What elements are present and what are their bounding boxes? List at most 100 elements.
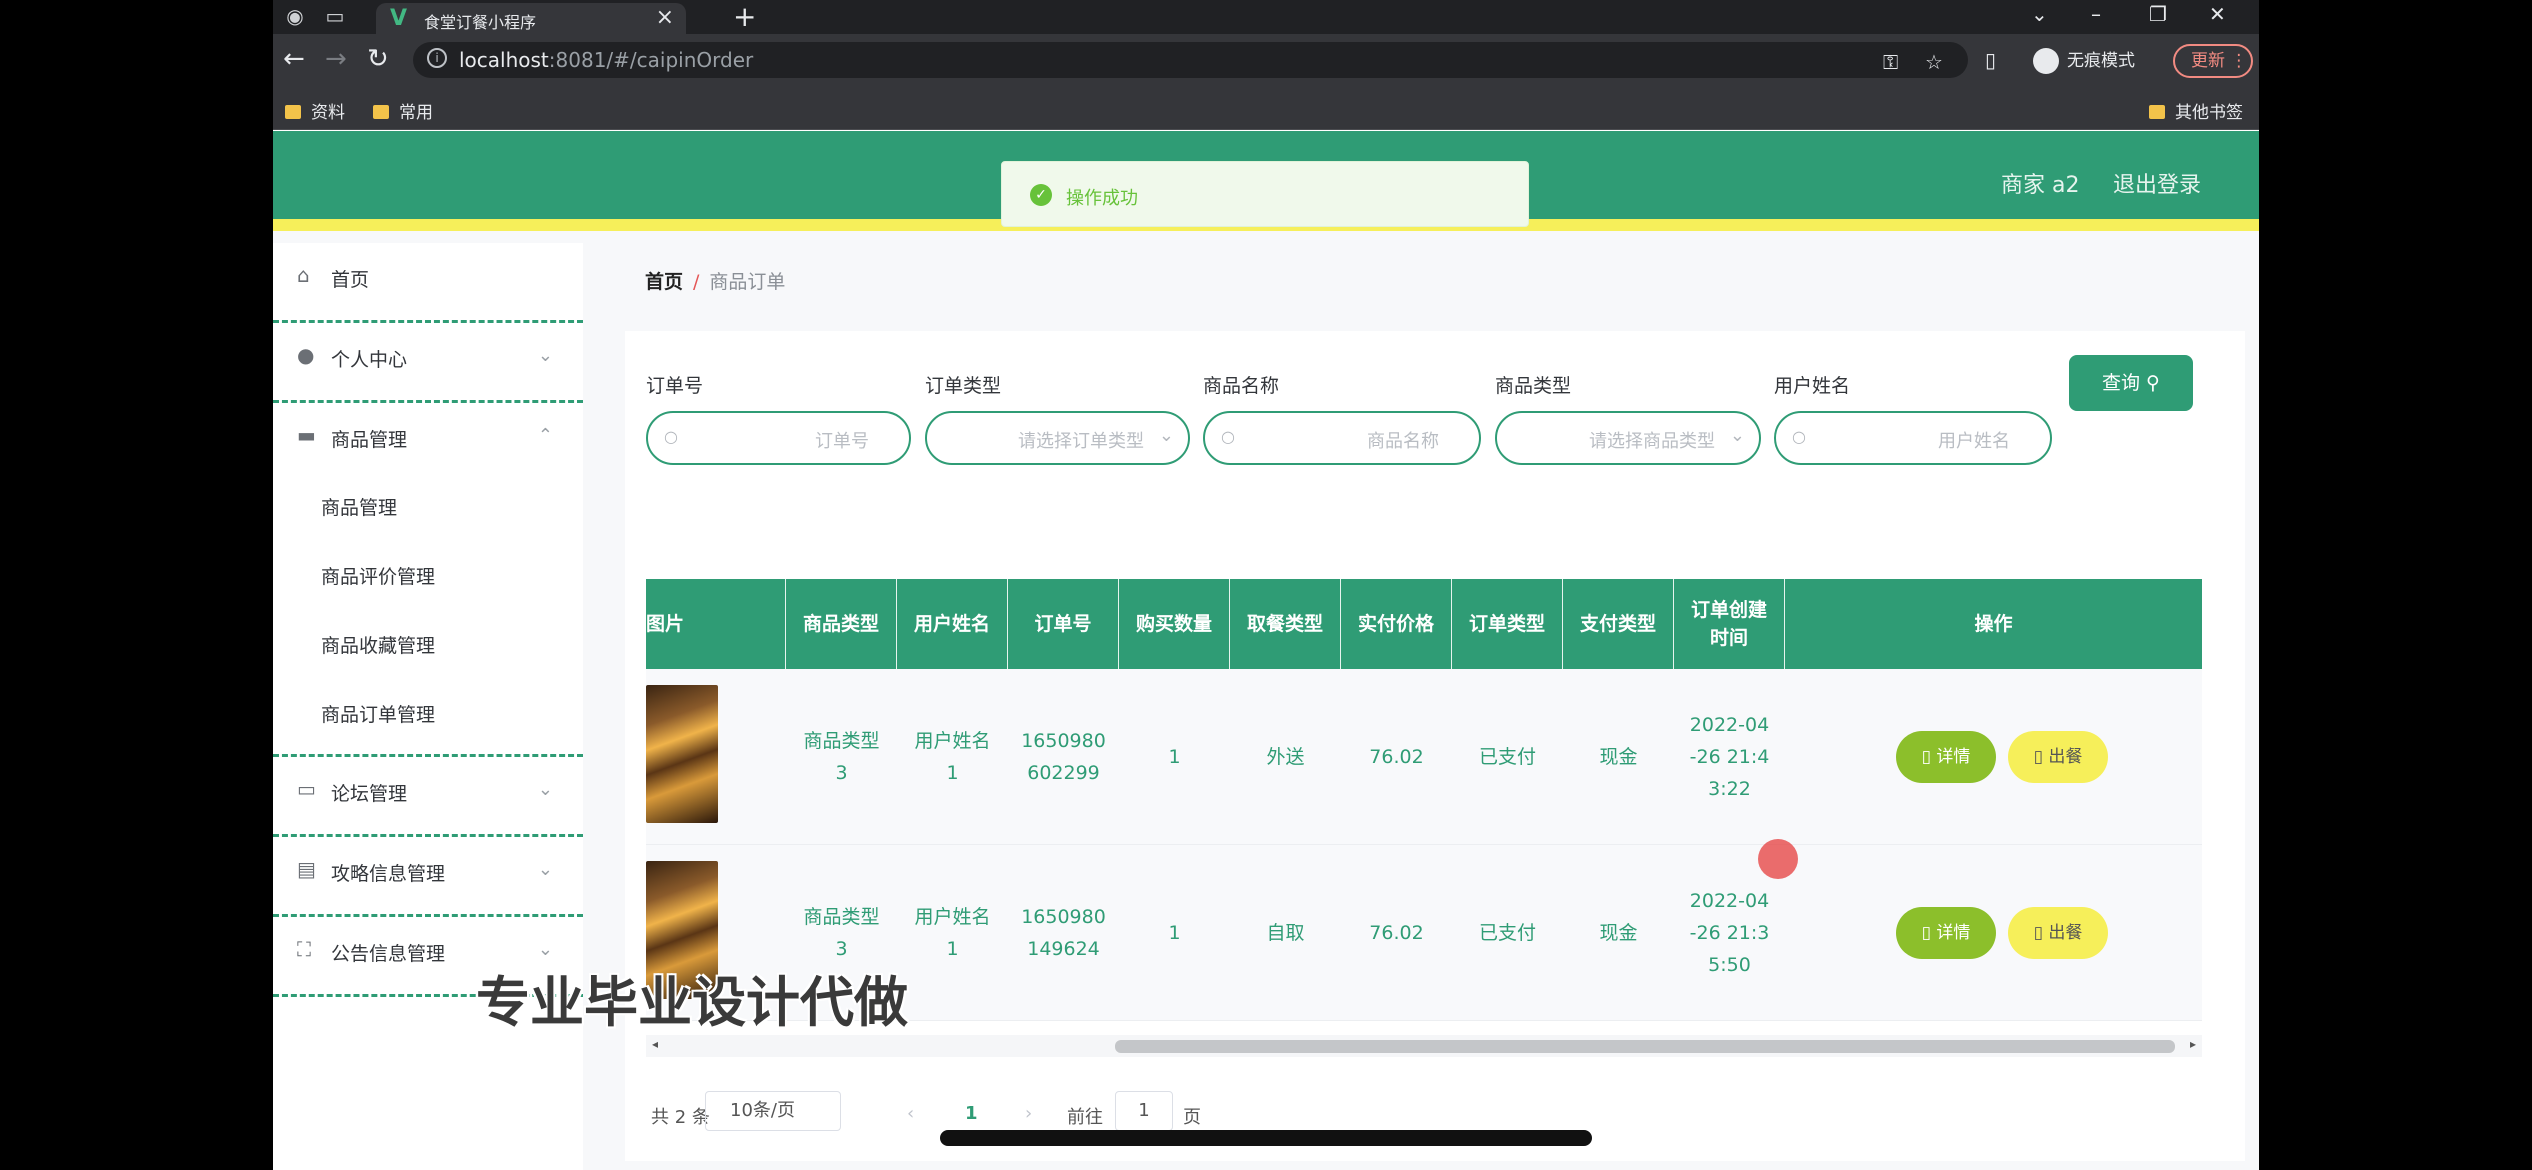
col-header: 订单号 <box>1008 579 1119 669</box>
goods-name-input[interactable]: ○ 商品名称 <box>1203 411 1481 465</box>
url-path: :8081/#/caipinOrder <box>548 48 754 72</box>
logout-link[interactable]: 退出登录 <box>2113 167 2201 199</box>
goods-type-placeholder: 请选择商品类型 <box>1589 431 1715 452</box>
fullscreen-icon: ⛶ <box>297 937 311 961</box>
incognito-indicator[interactable]: 无痕模式 <box>2033 46 2135 74</box>
breadcrumb-separator: / <box>693 271 700 293</box>
cell-price: 76.02 <box>1369 746 1424 768</box>
cell-pay: 现金 <box>1599 922 1638 944</box>
cell-goods-type: 商品类型3 <box>803 730 880 784</box>
goto-label: 前往 <box>1067 1107 1103 1128</box>
detail-button[interactable]: ▯ 详情 <box>1896 731 1996 783</box>
serve-label: 出餐 <box>2048 747 2083 767</box>
breadcrumb-current: 商品订单 <box>709 271 786 293</box>
sidebar-item-forum[interactable]: ▭ 论坛管理 ⌄ <box>273 757 583 837</box>
sidebar-sub-favorites[interactable]: 商品收藏管理 <box>321 631 435 658</box>
tab-overview-icon[interactable]: ▭ <box>323 4 347 28</box>
chevron-down-icon: ⌄ <box>537 939 553 960</box>
user-name-input[interactable]: ○ 用户姓名 <box>1774 411 2052 465</box>
close-tab-icon[interactable]: × <box>656 5 674 30</box>
side-panel-icon[interactable]: ▯ <box>1985 48 1996 72</box>
minimize-icon[interactable]: – <box>2091 2 2101 26</box>
page-unit-label: 页 <box>1183 1107 1201 1128</box>
scroll-right-icon[interactable]: ▸ <box>2190 1037 2196 1051</box>
browser-tab[interactable]: V 食堂订餐小程序 × <box>376 3 686 34</box>
tab-search-icon[interactable]: ⌄ <box>2031 2 2048 26</box>
search-icon: ○ <box>1221 427 1235 446</box>
col-header: 商品类型 <box>786 579 897 669</box>
clipboard-icon: ▤ <box>297 857 316 881</box>
vue-favicon-icon: V <box>390 6 408 31</box>
detail-label: 详情 <box>1936 747 1971 767</box>
goto-page-input[interactable]: 1 <box>1115 1091 1173 1131</box>
user-name-placeholder: 用户姓名 <box>1938 431 2010 452</box>
back-icon[interactable]: ← <box>283 44 305 74</box>
reload-icon[interactable]: ↻ <box>367 44 389 74</box>
col-header: 取餐类型 <box>1230 579 1341 669</box>
sidebar-item-goods[interactable]: ▬ 商品管理 ⌃ 商品管理 商品评价管理 商品收藏管理 商品订单管理 <box>273 403 583 757</box>
breadcrumb-home[interactable]: 首页 <box>645 271 683 293</box>
cell-qty: 1 <box>1168 746 1181 768</box>
sidebar-sub-orders[interactable]: 商品订单管理 <box>321 700 435 727</box>
serve-button[interactable]: ▯ 出餐 <box>2008 731 2108 783</box>
close-window-icon[interactable]: ✕ <box>2209 2 2226 26</box>
briefcase-icon: ▬ <box>297 423 316 447</box>
cell-order-type: 已支付 <box>1478 746 1536 768</box>
prev-page-icon[interactable]: ‹ <box>907 1103 914 1124</box>
other-bookmarks[interactable]: 其他书签 <box>2149 98 2243 123</box>
breadcrumb: 首页 / 商品订单 <box>645 267 785 294</box>
sidebar-item-label: 首页 <box>331 269 370 291</box>
search-icon: ○ <box>664 427 678 446</box>
new-tab-icon[interactable]: + <box>733 0 756 33</box>
bookmark-folder-2[interactable]: 常用 <box>373 98 433 123</box>
user-icon: ● <box>297 343 315 367</box>
bookmark-label: 常用 <box>399 103 433 123</box>
goods-type-select[interactable]: 请选择商品类型 ⌄ <box>1495 411 1761 465</box>
chevron-down-icon: ⌄ <box>537 779 553 800</box>
serve-button[interactable]: ▯ 出餐 <box>2008 907 2108 959</box>
order-no-label: 订单号 <box>646 375 704 397</box>
key-icon[interactable]: ⚿ <box>1883 50 1898 74</box>
sidebar-item-home[interactable]: ⌂ 首页 <box>273 243 583 323</box>
sidebar-item-label: 论坛管理 <box>331 783 408 805</box>
star-icon[interactable]: ☆ <box>1925 50 1943 74</box>
col-header: 用户姓名 <box>897 579 1008 669</box>
col-header: 操作 <box>1974 613 2013 635</box>
next-page-icon[interactable]: › <box>1025 1103 1032 1124</box>
sidebar-sub-goods[interactable]: 商品管理 <box>321 493 397 520</box>
home-icon: ⌂ <box>297 263 310 287</box>
touch-indicator <box>1758 839 1798 879</box>
goods-name-placeholder: 商品名称 <box>1367 431 1439 452</box>
detail-button[interactable]: ▯ 详情 <box>1896 907 1996 959</box>
cell-price: 76.02 <box>1369 922 1424 944</box>
sidebar-item-guides[interactable]: ▤ 攻略信息管理 ⌄ <box>273 837 583 917</box>
sidebar-item-profile[interactable]: ● 个人中心 ⌄ <box>273 323 583 403</box>
forward-icon[interactable]: → <box>325 44 347 74</box>
cell-order-type: 已支付 <box>1478 922 1536 944</box>
incognito-icon <box>2033 48 2059 74</box>
search-button[interactable]: 查询 ⚲ <box>2069 355 2193 411</box>
order-type-select[interactable]: 请选择订单类型 ⌄ <box>925 411 1190 465</box>
bookmarks-bar: 资料 常用 其他书签 <box>273 88 2259 130</box>
other-bookmarks-label: 其他书签 <box>2175 103 2243 123</box>
bookmark-label: 资料 <box>311 103 345 123</box>
page-size-select[interactable]: 10条/页 <box>705 1091 841 1131</box>
sidebar-sub-reviews[interactable]: 商品评价管理 <box>321 562 435 589</box>
horizontal-scrollbar[interactable]: ◂ ▸ <box>646 1035 2202 1057</box>
chevron-down-icon: ⌄ <box>1729 425 1745 446</box>
table-header: 图片 商品类型 用户姓名 订单号 购买数量 取餐类型 实付价格 订单类型 支付类… <box>646 579 2202 669</box>
restore-icon[interactable]: ❐ <box>2149 2 2167 26</box>
update-button[interactable]: 更新 ⋮ <box>2173 44 2253 78</box>
cell-order-no: 1650980602299 <box>1021 730 1106 784</box>
address-bar[interactable]: i localhost:8081/#/caipinOrder ⚿ ☆ <box>413 42 1968 78</box>
sidebar-item-label: 公告信息管理 <box>331 943 446 965</box>
globe-icon[interactable]: ◉ <box>283 4 307 28</box>
scrollbar-thumb[interactable] <box>1115 1040 2175 1053</box>
bookmark-folder-1[interactable]: 资料 <box>285 98 345 123</box>
serve-label: 出餐 <box>2048 923 2083 943</box>
scroll-left-icon[interactable]: ◂ <box>652 1037 658 1051</box>
table-row: 商品类型3 用户姓名1 1650980602299 1 外送 76.02 已支付… <box>646 669 2202 845</box>
page-current[interactable]: 1 <box>965 1103 978 1124</box>
order-no-input[interactable]: ○ 订单号 <box>646 411 911 465</box>
site-info-icon[interactable]: i <box>427 48 447 68</box>
